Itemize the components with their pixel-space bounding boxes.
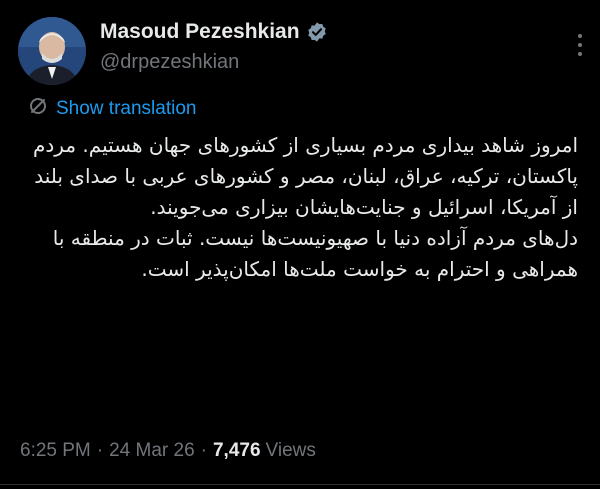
tweet-text: امروز شاهد بیداری مردم بسیاری از کشورهای… <box>28 130 578 285</box>
meta-separator: · <box>96 440 104 461</box>
author-name[interactable]: Masoud Pezeshkian <box>100 20 300 44</box>
more-dot <box>578 52 582 56</box>
author-handle[interactable]: @drpezeshkian <box>100 51 239 74</box>
tweet-time[interactable]: 6:25 PM <box>20 440 91 462</box>
tweet-date[interactable]: 24 Mar 26 <box>109 440 195 462</box>
views-count: 7,476 <box>212 440 261 461</box>
show-translation-button[interactable]: Show translation <box>28 96 196 121</box>
verified-badge-icon <box>306 21 328 43</box>
translate-icon <box>28 96 48 121</box>
meta-separator: · <box>200 440 207 461</box>
divider <box>0 484 600 485</box>
views-label: Views <box>265 440 316 461</box>
tweet-paragraph: دل‌های مردم آزاده دنیا با صهیونیست‌ها نی… <box>52 226 578 281</box>
more-dot <box>578 43 582 47</box>
avatar-image <box>18 17 86 85</box>
avatar[interactable] <box>18 17 86 85</box>
more-options-icon[interactable] <box>576 34 584 56</box>
show-translation-label: Show translation <box>56 97 197 119</box>
tweet-meta: 6:25 PM · 24 Mar 26 · 7,476 Views <box>20 440 316 462</box>
more-dot <box>578 34 582 38</box>
tweet-paragraph: امروز شاهد بیداری مردم بسیاری از کشورهای… <box>33 133 578 219</box>
